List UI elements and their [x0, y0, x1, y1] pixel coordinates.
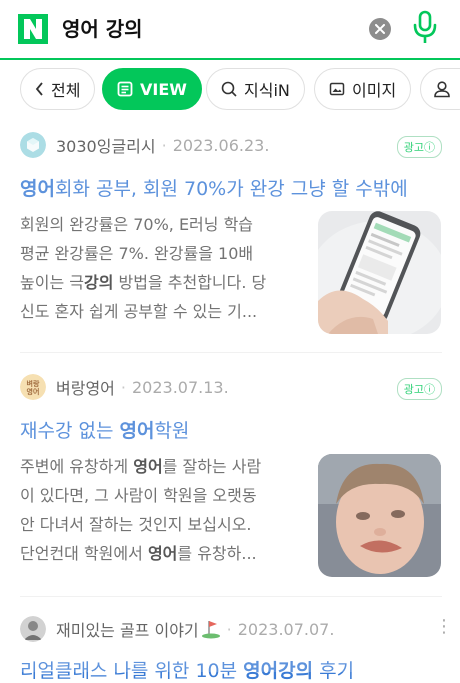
- result-thumbnail[interactable]: [318, 211, 441, 334]
- tab-more[interactable]: [420, 68, 460, 110]
- voice-search-icon[interactable]: [412, 10, 438, 46]
- result-date: 2023.07.07.: [237, 619, 335, 639]
- ad-badge[interactable]: 광고ⓘ: [396, 378, 442, 400]
- result-title[interactable]: 리얼클래스 나를 위한 10분 영어강의 후기: [20, 656, 452, 683]
- result-divider: [20, 352, 442, 353]
- title-highlight: 영어: [119, 420, 155, 442]
- avatar[interactable]: 벼랑 영어: [20, 374, 46, 400]
- result-divider: [20, 596, 442, 597]
- title-text: 후기: [313, 660, 355, 682]
- golf-flag-icon: [201, 619, 221, 639]
- result-card[interactable]: 벼랑 영어 벼랑영어 · 2023.07.13. 광고ⓘ 재수강 없는 영어학원…: [0, 374, 460, 594]
- chevron-left-icon: [35, 82, 44, 96]
- search-tabs: 전체 VIEW 지식iN 이미지: [0, 68, 460, 112]
- result-thumbnail[interactable]: [318, 454, 441, 577]
- tabs-fade: [0, 112, 460, 132]
- result-meta: 3030잉글리시 · 2023.06.23.: [20, 132, 269, 158]
- tab-image[interactable]: 이미지: [314, 68, 412, 110]
- more-options-icon[interactable]: ⋮: [435, 616, 453, 637]
- desc-line: 높이는 극강의 방법을 추천합니다. 당: [20, 273, 267, 292]
- result-card[interactable]: 3030잉글리시 · 2023.06.23. 광고ⓘ 영어회화 공부, 회원 7…: [0, 130, 460, 350]
- search-query[interactable]: 영어 강의: [62, 14, 143, 44]
- tab-label: 전체: [51, 81, 81, 100]
- search-icon: [221, 81, 237, 97]
- tab-label: 지식iN: [244, 81, 290, 100]
- result-author[interactable]: 3030잉글리시: [56, 133, 156, 157]
- avatar[interactable]: [20, 132, 46, 158]
- desc-line: 신도 혼자 쉽게 공부할 수 있는 기...: [20, 302, 258, 321]
- header-divider: [0, 58, 460, 60]
- document-icon: [117, 81, 133, 97]
- result-date: 2023.07.13.: [131, 377, 229, 397]
- title-text: 리얼클래스 나를 위한 10분: [20, 660, 244, 682]
- title-text: 학원: [154, 420, 190, 442]
- svg-text:벼랑: 벼랑: [27, 379, 40, 388]
- close-icon: [375, 24, 385, 34]
- desc-line: 단언컨대 학원에서 영어를 유창하...: [20, 544, 257, 563]
- desc-line: 평균 완강률은 7%. 완강률을 10배: [20, 244, 254, 263]
- title-text: 재수강 없는: [20, 420, 120, 442]
- meta-separator: ·: [120, 377, 126, 397]
- result-date: 2023.06.23.: [172, 135, 270, 155]
- search-header: 영어 강의: [0, 0, 460, 58]
- meta-separator: ·: [161, 135, 167, 155]
- title-highlight: 영어: [20, 178, 55, 200]
- result-description[interactable]: 회원의 완강률은 70%, E러닝 학습 평균 완강률은 7%. 완강률을 10…: [20, 210, 302, 326]
- result-author[interactable]: 재미있는 골프 이야기: [56, 617, 199, 641]
- result-description[interactable]: 주변에 유창하게 영어를 잘하는 사람 이 있다면, 그 사람이 학원을 오랫동…: [20, 452, 302, 568]
- result-card[interactable]: 재미있는 골프 이야기 · 2023.07.07. ⋮ 리얼클래스 나를 위한 …: [0, 616, 460, 682]
- desc-line: 이 있다면, 그 사람이 학원을 오랫동: [20, 486, 257, 505]
- tab-view[interactable]: VIEW: [102, 68, 202, 110]
- result-meta: 벼랑 영어 벼랑영어 · 2023.07.13.: [20, 374, 229, 400]
- image-icon: [329, 81, 345, 97]
- desc-line: 안 다녀서 잘하는 것인지 보십시오.: [20, 515, 252, 534]
- avatar[interactable]: [20, 616, 46, 642]
- clear-search-button[interactable]: [369, 18, 391, 40]
- tab-label: VIEW: [140, 79, 187, 99]
- title-text: 회화 공부, 회원 70%가 완강 그냥 할 수밖에: [54, 178, 408, 200]
- result-author[interactable]: 벼랑영어: [56, 375, 115, 399]
- person-icon: [433, 80, 451, 98]
- result-title[interactable]: 재수강 없는 영어학원: [20, 416, 452, 443]
- desc-line: 주변에 유창하게 영어를 잘하는 사람: [20, 457, 262, 476]
- tab-kin[interactable]: 지식iN: [206, 68, 305, 110]
- svg-text:영어: 영어: [27, 387, 40, 396]
- naver-logo-icon[interactable]: [18, 14, 48, 44]
- title-highlight: 영어강의: [243, 660, 314, 682]
- meta-separator: ·: [226, 619, 232, 639]
- desc-line: 회원의 완강률은 70%, E러닝 학습: [20, 215, 254, 234]
- result-title[interactable]: 영어회화 공부, 회원 70%가 완강 그냥 할 수밖에: [20, 174, 452, 201]
- tab-all[interactable]: 전체: [20, 68, 96, 110]
- result-meta: 재미있는 골프 이야기 · 2023.07.07.: [20, 616, 334, 642]
- tab-label: 이미지: [352, 81, 397, 100]
- ad-badge[interactable]: 광고ⓘ: [396, 136, 442, 158]
